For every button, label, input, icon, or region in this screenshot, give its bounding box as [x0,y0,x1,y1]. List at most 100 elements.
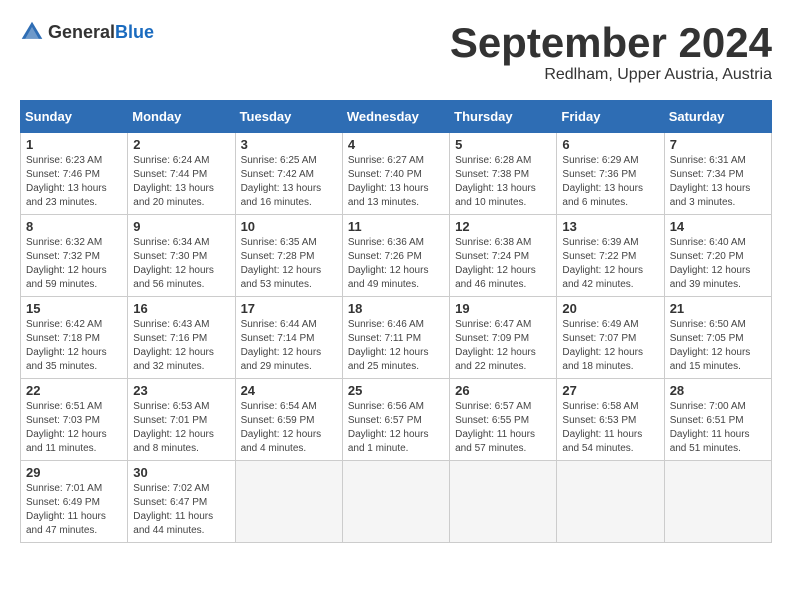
table-row: 17 Sunrise: 6:44 AM Sunset: 7:14 PM Dayl… [235,297,342,379]
table-row: 13 Sunrise: 6:39 AM Sunset: 7:22 PM Dayl… [557,215,664,297]
col-wednesday: Wednesday [342,101,449,133]
col-thursday: Thursday [450,101,557,133]
table-row: 6 Sunrise: 6:29 AM Sunset: 7:36 PM Dayli… [557,133,664,215]
table-row: 30 Sunrise: 7:02 AM Sunset: 6:47 PM Dayl… [128,461,235,543]
table-row: 22 Sunrise: 6:51 AM Sunset: 7:03 PM Dayl… [21,379,128,461]
table-row [664,461,771,543]
calendar-header-row: Sunday Monday Tuesday Wednesday Thursday… [21,101,772,133]
day-detail: Sunrise: 6:40 AM Sunset: 7:20 PM Dayligh… [670,236,766,292]
table-row: 16 Sunrise: 6:43 AM Sunset: 7:16 PM Dayl… [128,297,235,379]
day-number: 20 [562,301,658,316]
day-detail: Sunrise: 6:42 AM Sunset: 7:18 PM Dayligh… [26,318,122,374]
day-detail: Sunrise: 6:25 AM Sunset: 7:42 AM Dayligh… [241,154,337,210]
table-row: 2 Sunrise: 6:24 AM Sunset: 7:44 PM Dayli… [128,133,235,215]
day-detail: Sunrise: 6:57 AM Sunset: 6:55 PM Dayligh… [455,400,551,456]
day-number: 26 [455,383,551,398]
day-detail: Sunrise: 6:56 AM Sunset: 6:57 PM Dayligh… [348,400,444,456]
day-detail: Sunrise: 7:00 AM Sunset: 6:51 PM Dayligh… [670,400,766,456]
day-detail: Sunrise: 6:38 AM Sunset: 7:24 PM Dayligh… [455,236,551,292]
day-number: 14 [670,219,766,234]
day-number: 11 [348,219,444,234]
day-detail: Sunrise: 6:47 AM Sunset: 7:09 PM Dayligh… [455,318,551,374]
table-row: 3 Sunrise: 6:25 AM Sunset: 7:42 AM Dayli… [235,133,342,215]
logo-text-general: General [48,22,115,42]
table-row: 24 Sunrise: 6:54 AM Sunset: 6:59 PM Dayl… [235,379,342,461]
table-row: 4 Sunrise: 6:27 AM Sunset: 7:40 PM Dayli… [342,133,449,215]
table-row: 28 Sunrise: 7:00 AM Sunset: 6:51 PM Dayl… [664,379,771,461]
table-row: 26 Sunrise: 6:57 AM Sunset: 6:55 PM Dayl… [450,379,557,461]
day-detail: Sunrise: 6:29 AM Sunset: 7:36 PM Dayligh… [562,154,658,210]
col-saturday: Saturday [664,101,771,133]
logo: GeneralBlue [20,20,154,44]
day-detail: Sunrise: 6:27 AM Sunset: 7:40 PM Dayligh… [348,154,444,210]
table-row [235,461,342,543]
day-detail: Sunrise: 6:31 AM Sunset: 7:34 PM Dayligh… [670,154,766,210]
table-row: 15 Sunrise: 6:42 AM Sunset: 7:18 PM Dayl… [21,297,128,379]
table-row: 21 Sunrise: 6:50 AM Sunset: 7:05 PM Dayl… [664,297,771,379]
day-number: 1 [26,137,122,152]
day-number: 30 [133,465,229,480]
calendar-week-row: 29 Sunrise: 7:01 AM Sunset: 6:49 PM Dayl… [21,461,772,543]
day-detail: Sunrise: 6:53 AM Sunset: 7:01 PM Dayligh… [133,400,229,456]
day-detail: Sunrise: 6:44 AM Sunset: 7:14 PM Dayligh… [241,318,337,374]
day-detail: Sunrise: 6:43 AM Sunset: 7:16 PM Dayligh… [133,318,229,374]
day-detail: Sunrise: 6:23 AM Sunset: 7:46 PM Dayligh… [26,154,122,210]
table-row: 8 Sunrise: 6:32 AM Sunset: 7:32 PM Dayli… [21,215,128,297]
calendar-week-row: 1 Sunrise: 6:23 AM Sunset: 7:46 PM Dayli… [21,133,772,215]
table-row: 9 Sunrise: 6:34 AM Sunset: 7:30 PM Dayli… [128,215,235,297]
table-row [557,461,664,543]
day-number: 22 [26,383,122,398]
title-area: September 2024 Redlham, Upper Austria, A… [450,20,772,84]
day-number: 23 [133,383,229,398]
table-row: 1 Sunrise: 6:23 AM Sunset: 7:46 PM Dayli… [21,133,128,215]
table-row [342,461,449,543]
day-number: 29 [26,465,122,480]
day-number: 7 [670,137,766,152]
logo-text-blue: Blue [115,22,154,42]
day-number: 9 [133,219,229,234]
day-detail: Sunrise: 6:50 AM Sunset: 7:05 PM Dayligh… [670,318,766,374]
day-number: 25 [348,383,444,398]
day-number: 16 [133,301,229,316]
day-number: 13 [562,219,658,234]
day-number: 4 [348,137,444,152]
col-sunday: Sunday [21,101,128,133]
table-row [450,461,557,543]
day-detail: Sunrise: 6:49 AM Sunset: 7:07 PM Dayligh… [562,318,658,374]
day-number: 3 [241,137,337,152]
day-detail: Sunrise: 6:32 AM Sunset: 7:32 PM Dayligh… [26,236,122,292]
table-row: 18 Sunrise: 6:46 AM Sunset: 7:11 PM Dayl… [342,297,449,379]
day-number: 19 [455,301,551,316]
day-number: 12 [455,219,551,234]
calendar-week-row: 8 Sunrise: 6:32 AM Sunset: 7:32 PM Dayli… [21,215,772,297]
table-row: 14 Sunrise: 6:40 AM Sunset: 7:20 PM Dayl… [664,215,771,297]
day-detail: Sunrise: 7:02 AM Sunset: 6:47 PM Dayligh… [133,482,229,538]
day-number: 8 [26,219,122,234]
day-number: 28 [670,383,766,398]
day-number: 2 [133,137,229,152]
day-detail: Sunrise: 6:54 AM Sunset: 6:59 PM Dayligh… [241,400,337,456]
location-subtitle: Redlham, Upper Austria, Austria [450,66,772,84]
day-number: 10 [241,219,337,234]
day-number: 27 [562,383,658,398]
day-detail: Sunrise: 6:39 AM Sunset: 7:22 PM Dayligh… [562,236,658,292]
day-number: 5 [455,137,551,152]
table-row: 12 Sunrise: 6:38 AM Sunset: 7:24 PM Dayl… [450,215,557,297]
day-detail: Sunrise: 6:58 AM Sunset: 6:53 PM Dayligh… [562,400,658,456]
day-detail: Sunrise: 6:24 AM Sunset: 7:44 PM Dayligh… [133,154,229,210]
table-row: 25 Sunrise: 6:56 AM Sunset: 6:57 PM Dayl… [342,379,449,461]
day-detail: Sunrise: 6:46 AM Sunset: 7:11 PM Dayligh… [348,318,444,374]
table-row: 5 Sunrise: 6:28 AM Sunset: 7:38 PM Dayli… [450,133,557,215]
day-detail: Sunrise: 6:28 AM Sunset: 7:38 PM Dayligh… [455,154,551,210]
table-row: 11 Sunrise: 6:36 AM Sunset: 7:26 PM Dayl… [342,215,449,297]
day-number: 15 [26,301,122,316]
day-number: 18 [348,301,444,316]
table-row: 23 Sunrise: 6:53 AM Sunset: 7:01 PM Dayl… [128,379,235,461]
day-detail: Sunrise: 6:34 AM Sunset: 7:30 PM Dayligh… [133,236,229,292]
table-row: 27 Sunrise: 6:58 AM Sunset: 6:53 PM Dayl… [557,379,664,461]
table-row: 10 Sunrise: 6:35 AM Sunset: 7:28 PM Dayl… [235,215,342,297]
day-detail: Sunrise: 6:51 AM Sunset: 7:03 PM Dayligh… [26,400,122,456]
page-header: GeneralBlue September 2024 Redlham, Uppe… [20,20,772,84]
calendar-table: Sunday Monday Tuesday Wednesday Thursday… [20,100,772,543]
day-number: 21 [670,301,766,316]
